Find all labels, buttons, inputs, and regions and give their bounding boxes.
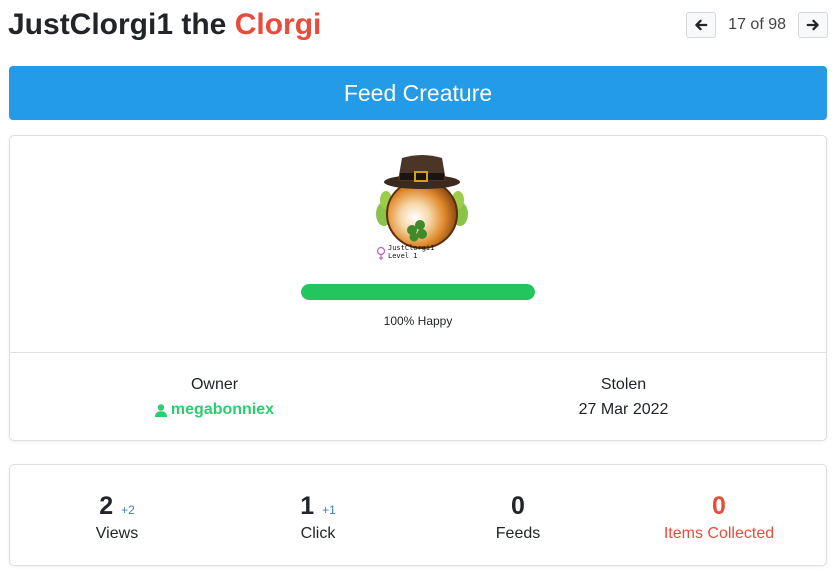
stolen-section: Stolen 27 Mar 2022 (419, 376, 828, 419)
stat-label: Items Collected (663, 525, 775, 542)
creature-image[interactable]: JustClorgi1 Level 1 (372, 152, 472, 264)
happiness-bar (301, 284, 535, 300)
stat-click: 1 +1 Click (218, 489, 418, 543)
creature-name: JustClorgi1 (8, 8, 174, 41)
next-button[interactable] (798, 12, 828, 38)
stat-value: 1 (300, 492, 315, 520)
page-header: JustClorgi1 the Clorgi 17 of 98 (8, 4, 828, 48)
creature-species: Clorgi (234, 8, 322, 41)
stat-views: 2 +2 Views (17, 489, 217, 543)
title-connector: the (173, 8, 235, 41)
user-icon (154, 403, 167, 417)
stat-label: Feeds (495, 525, 541, 542)
happiness-bar-fill (301, 284, 535, 300)
creature-card: JustClorgi1 Level 1 100% Happy Owner meg… (9, 135, 827, 441)
stat-items-collected: 0 Items Collected (619, 489, 819, 543)
owner-label: Owner (190, 376, 239, 393)
arrow-right-icon (806, 19, 819, 31)
stat-increment: +1 (322, 503, 336, 517)
owner-name: megabonniex (170, 401, 275, 418)
owner-link[interactable]: megabonniex (154, 401, 275, 419)
stat-label: Click (300, 525, 336, 542)
arrow-left-icon (695, 19, 708, 31)
stat-increment: +2 (121, 503, 135, 517)
stat-feeds: 0 Feeds (418, 489, 618, 543)
stolen-date: 27 Mar 2022 (578, 401, 669, 418)
stat-value: 0 (511, 492, 525, 520)
stat-value: 2 (99, 492, 114, 520)
stolen-label: Stolen (600, 376, 647, 393)
prev-button[interactable] (686, 12, 717, 38)
feed-creature-button[interactable]: Feed Creature (9, 66, 827, 120)
pager-count: 17 of 98 (728, 16, 786, 33)
owner-value: megabonniex (10, 401, 419, 422)
stats-card: 2 +2 Views 1 +1 Click 0 Feeds 0 Items Coll… (9, 464, 827, 566)
pager: 17 of 98 (686, 11, 828, 39)
card-divider (10, 352, 826, 353)
creature-image-level: Level 1 (388, 252, 418, 260)
happiness-label: 100% Happy (383, 314, 453, 328)
stat-value: 0 (712, 492, 726, 520)
stat-label: Views (95, 525, 139, 542)
page-title: JustClorgi1 the Clorgi (8, 6, 321, 44)
creature-image-name: JustClorgi1 (388, 244, 434, 252)
owner-section: Owner megabonniex (10, 376, 419, 422)
